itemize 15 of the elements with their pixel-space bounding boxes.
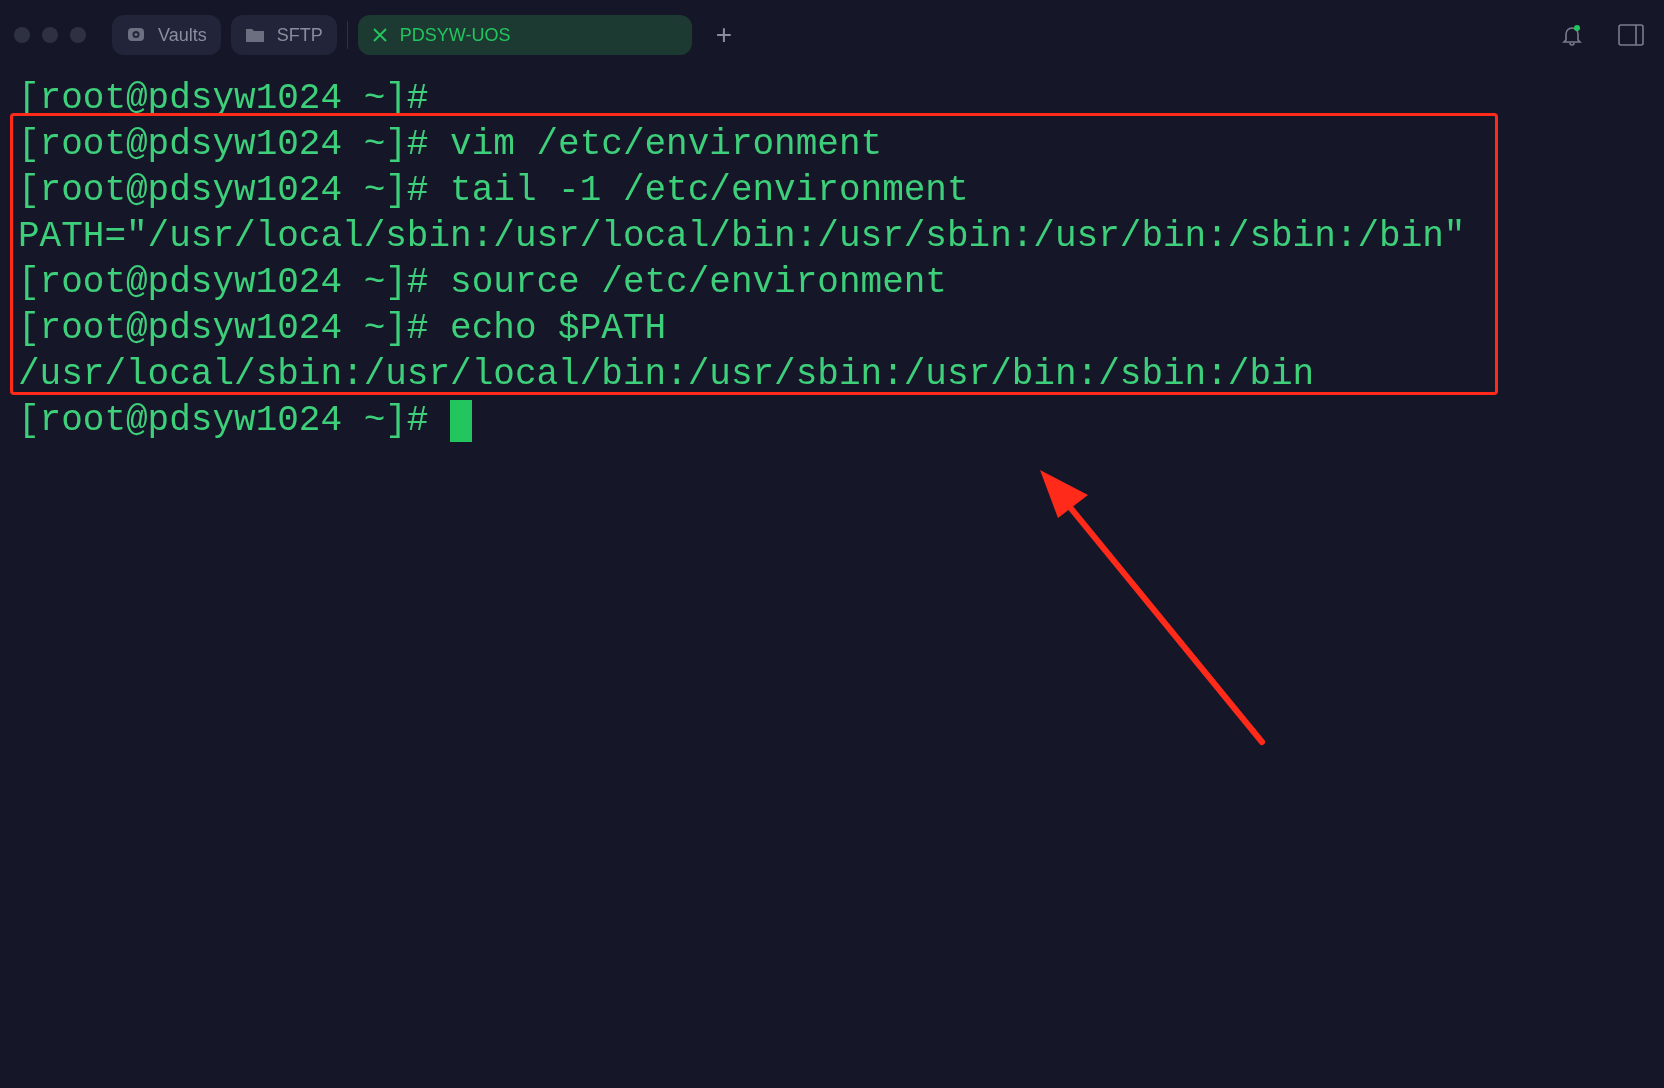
terminal-line: /usr/local/sbin:/usr/local/bin:/usr/sbin:/usr/bin:/sbin:/bin	[18, 353, 1315, 397]
tab[interactable]: SFTP	[230, 15, 337, 55]
side-panel-icon[interactable]	[1618, 24, 1644, 46]
terminal-line: PATH="/usr/local/sbin:/usr/local/bin:/usr/sbin:/usr/bin:/sbin:/bin"	[18, 215, 1466, 259]
bell-icon[interactable]	[1560, 23, 1584, 47]
terminal-line: [root@pdsyw1024 ~]#	[18, 399, 430, 443]
new-tab-button[interactable]: +	[715, 21, 733, 49]
close-icon[interactable]	[371, 27, 388, 43]
folder-icon	[244, 26, 265, 44]
tab[interactable]: Vaults	[112, 15, 221, 55]
tab[interactable]: PDSYW-UOS	[357, 15, 692, 55]
terminal-line: [root@pdsyw1024 ~]# echo $PATH	[18, 307, 667, 351]
terminal-line: [root@pdsyw1024 ~]# vim /etc/environment	[18, 123, 883, 167]
terminal-line: [root@pdsyw1024 ~]# source /etc/environment	[18, 261, 947, 305]
terminal-line: [root@pdsyw1024 ~]# tail -1 /etc/environment	[18, 169, 969, 213]
